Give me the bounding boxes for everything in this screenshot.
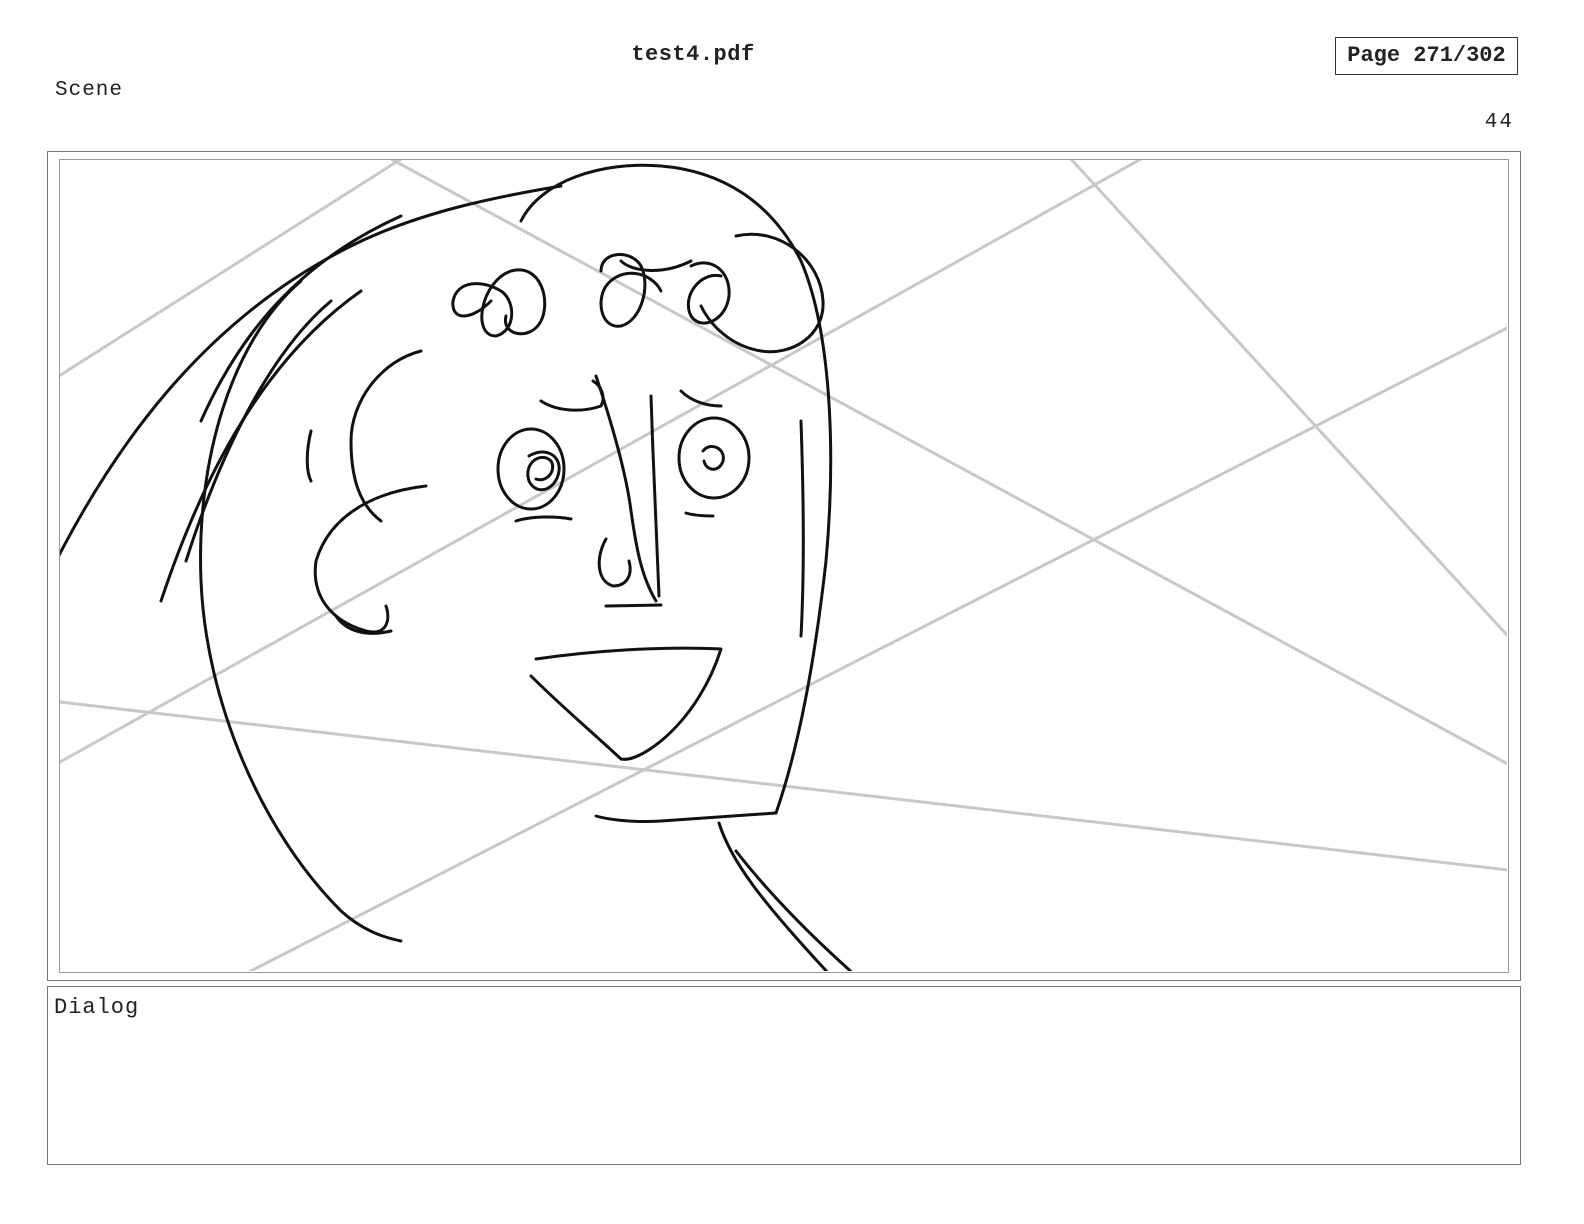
panel-sketch <box>60 160 1507 971</box>
page-indicator: Page 271/302 <box>1335 37 1518 75</box>
scene-number: 44 <box>1484 111 1514 134</box>
dialog-box: Dialog <box>47 986 1521 1165</box>
document-title: test4.pdf <box>631 42 755 67</box>
storyboard-panel <box>59 159 1509 973</box>
character-sketch <box>60 163 853 971</box>
dialog-label: Dialog <box>54 995 140 1020</box>
scene-label: Scene <box>55 79 124 102</box>
perspective-guide-lines <box>60 160 1507 971</box>
